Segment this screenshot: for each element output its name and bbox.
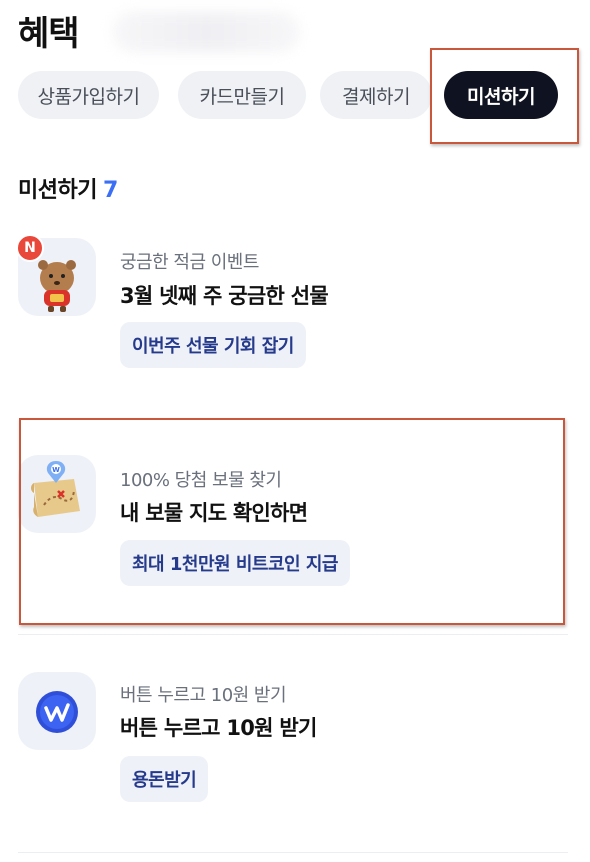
mission-action-button[interactable]: 용돈받기	[120, 756, 209, 802]
section-title: 미션하기 7	[18, 172, 118, 204]
mission-card-button-reward[interactable]: 버튼 누르고 10원 받기 버튼 누르고 10원 받기 용돈받기	[18, 672, 568, 812]
section-title-text: 미션하기	[18, 178, 97, 203]
tab-product-signup[interactable]: 상품가입하기	[18, 71, 159, 119]
divider	[18, 852, 568, 853]
svg-text:W: W	[52, 466, 60, 474]
new-badge: N	[16, 234, 44, 262]
mission-subtitle: 버튼 누르고 10원 받기	[120, 685, 287, 706]
mission-count: 7	[102, 178, 118, 203]
mission-action-button[interactable]: 최대 1천만원 비트코인 지급	[120, 540, 350, 586]
mission-subtitle: 궁금한 적금 이벤트	[120, 252, 259, 273]
mission-title: 내 보물 지도 확인하면	[120, 501, 308, 525]
mission-title: 3월 넷째 주 궁금한 선물	[120, 284, 329, 308]
tab-payment[interactable]: 결제하기	[320, 71, 432, 119]
mission-card-treasure-map[interactable]: W 100% 당첨 보물 찾기 내 보물 지도 확인하면 최대 1천만원 비트코…	[18, 455, 568, 595]
mission-action-button[interactable]: 이번주 선물 기회 잡기	[120, 322, 306, 368]
tab-card-create[interactable]: 카드만들기	[178, 71, 306, 119]
mission-card-savings-event[interactable]: N 궁금한 적금 이벤트 3월 넷째 주 궁금한 선물 이번주 선물 기회 잡기	[16, 234, 568, 378]
blurred-header-area	[112, 12, 300, 52]
tab-missions[interactable]: 미션하기	[444, 71, 558, 119]
w-coin-icon	[18, 672, 96, 750]
treasure-map-icon: W	[18, 455, 96, 533]
page-title: 혜택	[18, 14, 80, 54]
mission-title: 버튼 누르고 10원 받기	[120, 716, 317, 740]
mission-subtitle: 100% 당첨 보물 찾기	[120, 470, 282, 491]
divider	[18, 634, 568, 635]
